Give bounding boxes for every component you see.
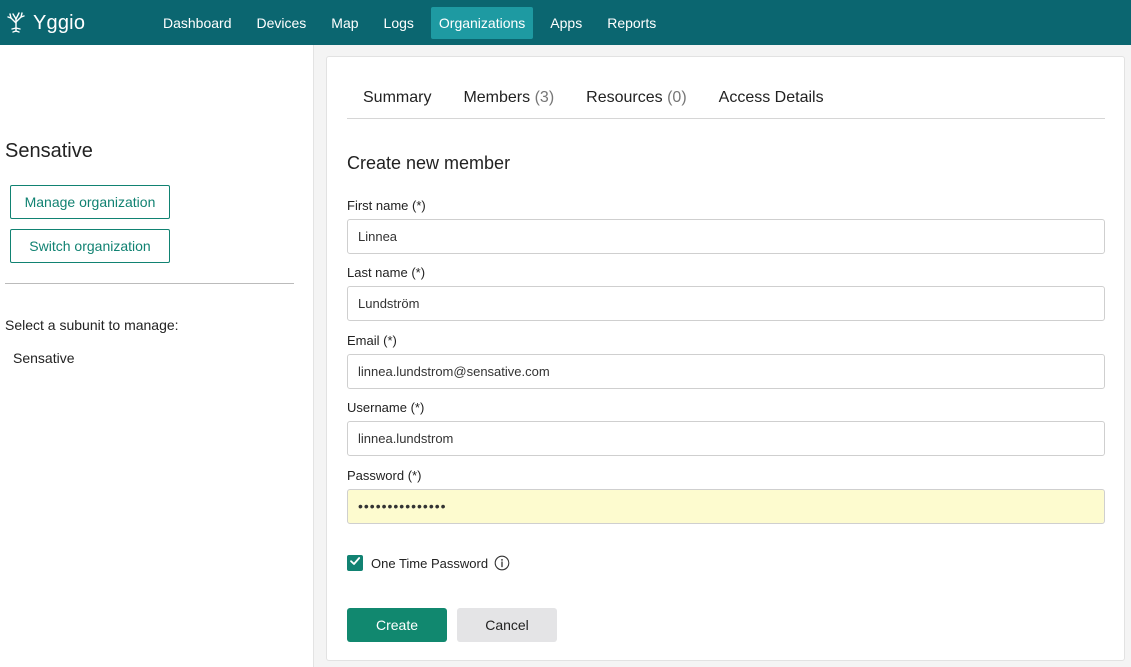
nav-item-dashboard[interactable]: Dashboard <box>155 7 240 39</box>
nav-item-devices[interactable]: Devices <box>249 7 315 39</box>
nav-item-logs[interactable]: Logs <box>376 7 422 39</box>
email-field[interactable]: linnea.lundstrom@sensative.com <box>347 354 1105 389</box>
subunit-item[interactable]: Sensative <box>13 350 74 366</box>
username-label: Username (*) <box>347 400 425 415</box>
tab-resources[interactable]: Resources (0) <box>570 80 703 118</box>
subunit-label: Select a subunit to manage: <box>5 317 179 333</box>
one-time-password-label: One Time Password <box>371 555 489 571</box>
one-time-password-checkbox[interactable] <box>347 555 363 571</box>
username-field[interactable]: linnea.lundstrom <box>347 421 1105 456</box>
one-time-password-option: One Time Password <box>347 554 510 572</box>
last-name-label: Last name (*) <box>347 265 426 280</box>
switch-organization-button[interactable]: Switch organization <box>10 229 170 263</box>
main-nav: Dashboard Devices Map Logs Organizations Apps… <box>155 7 673 39</box>
last-name-field[interactable]: Lundström <box>347 286 1105 321</box>
tab-label: Resources <box>586 89 663 106</box>
app-name: Yggio <box>33 11 86 34</box>
nav-item-organizations[interactable]: Organizations <box>430 7 534 39</box>
first-name-label: First name (*) <box>347 198 426 213</box>
create-button[interactable]: Create <box>347 608 447 642</box>
tab-count: (0) <box>667 89 687 106</box>
tab-summary[interactable]: Summary <box>347 80 447 118</box>
nav-item-apps[interactable]: Apps <box>542 7 590 39</box>
nav-item-map[interactable]: Map <box>323 7 366 39</box>
cancel-button[interactable]: Cancel <box>457 608 557 642</box>
info-icon[interactable] <box>494 555 510 571</box>
tab-label: Members <box>463 89 531 106</box>
sidebar: Sensative Manage organization Switch org… <box>0 45 314 667</box>
organization-name: Sensative <box>5 140 93 162</box>
main-panel: Summary Members (3) Resources (0) Access… <box>326 56 1125 661</box>
check-icon <box>349 554 361 572</box>
sidebar-divider <box>5 283 294 284</box>
tab-members[interactable]: Members (3) <box>447 80 570 118</box>
tab-access-details[interactable]: Access Details <box>703 80 840 118</box>
password-field[interactable]: ••••••••••••••• <box>347 489 1105 524</box>
form-title: Create new member <box>347 153 511 173</box>
top-navigation-bar: Yggio Dashboard Devices Map Logs Organizatio… <box>0 0 1131 45</box>
organization-tabs: Summary Members (3) Resources (0) Access… <box>347 80 1105 119</box>
email-label: Email (*) <box>347 333 397 348</box>
tab-label: Summary <box>363 89 432 106</box>
tree-icon <box>4 9 28 38</box>
tab-label: Access Details <box>718 89 824 106</box>
brand[interactable]: Yggio <box>4 9 85 37</box>
nav-item-reports[interactable]: Reports <box>599 7 664 39</box>
tab-count: (3) <box>534 89 555 106</box>
first-name-field[interactable]: Linnea <box>347 219 1105 254</box>
password-label: Password (*) <box>347 468 422 483</box>
manage-organization-button[interactable]: Manage organization <box>10 185 170 219</box>
